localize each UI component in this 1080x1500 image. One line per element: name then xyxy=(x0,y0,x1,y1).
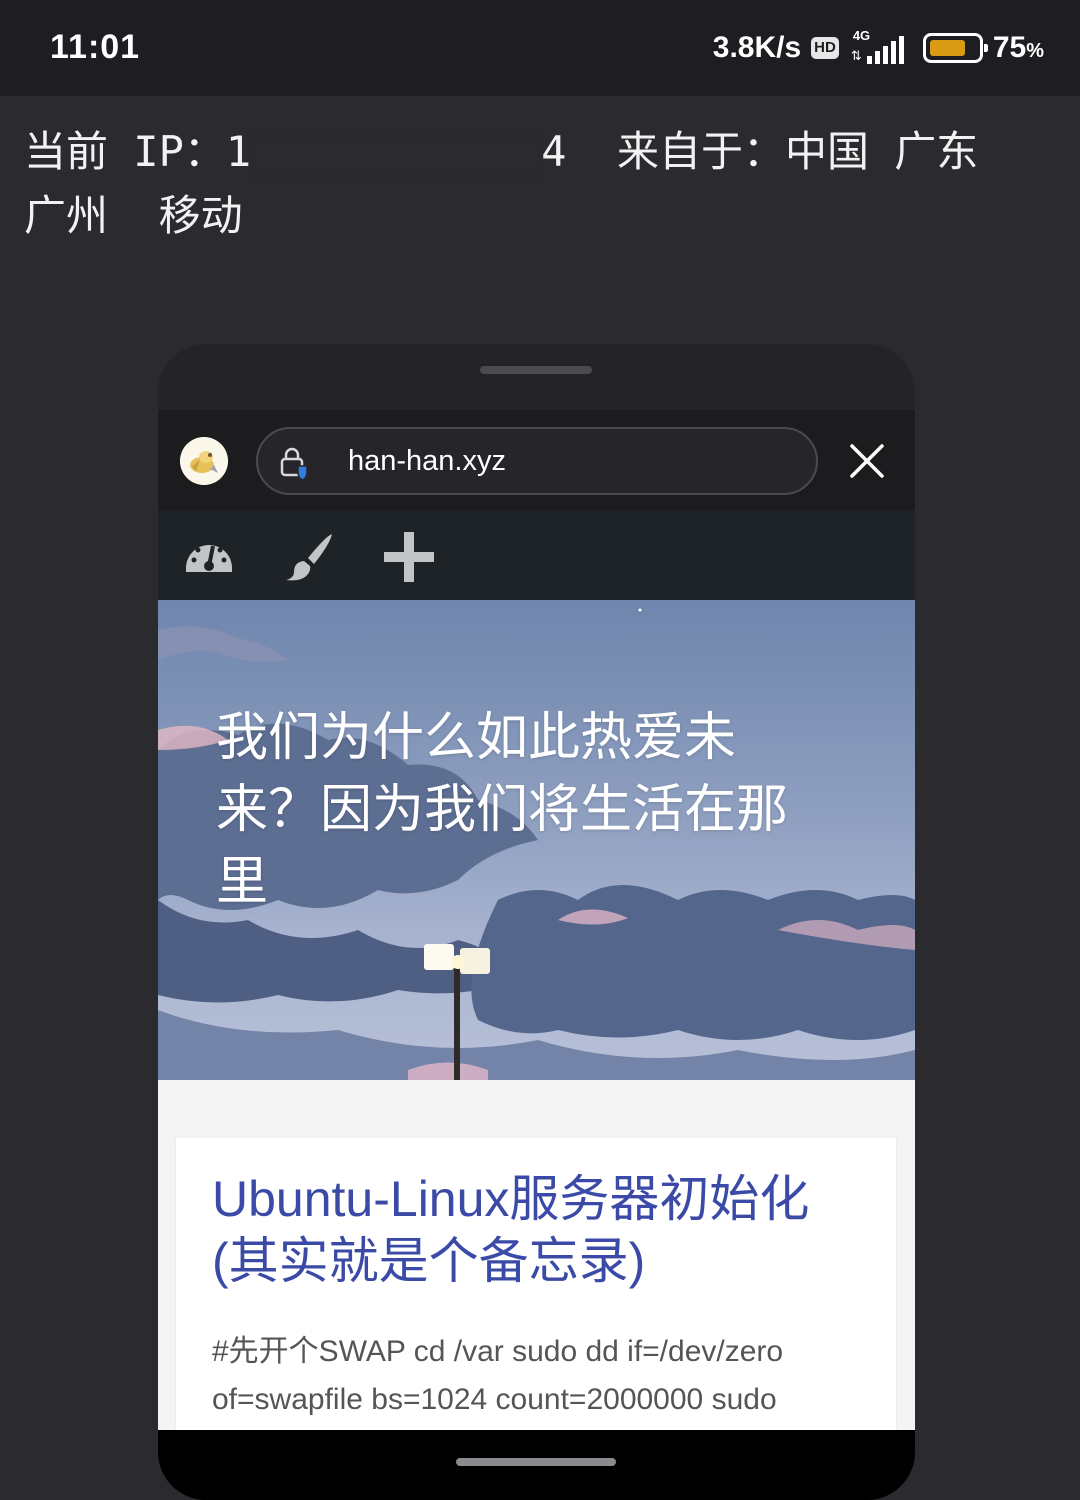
redacted-ip xyxy=(251,134,542,175)
close-icon[interactable] xyxy=(848,442,886,480)
hd-badge: HD xyxy=(811,37,839,59)
network-speed: 3.8K/s xyxy=(712,31,802,64)
status-indicators: 3.8K/s HD 4G ⇅ 75% xyxy=(713,26,1044,70)
battery-percent: 75% xyxy=(992,31,1044,64)
home-indicator[interactable] xyxy=(456,1458,616,1466)
url-text: han-han.xyz xyxy=(348,445,506,477)
status-time: 11:01 xyxy=(50,28,141,66)
gesture-nav-bar xyxy=(158,1430,915,1500)
url-bar: han-han.xyz xyxy=(158,410,915,510)
ip-line1-suffix: 4 来自于：中国 广东 xyxy=(541,127,979,176)
ip-info-text: 当前 IP：1 4 来自于：中国 广东 广州 移动 xyxy=(24,120,1064,248)
battery-level-fill xyxy=(929,40,965,56)
post-title-link[interactable]: Ubuntu-Linux服务器初始化(其实就是个备忘录) xyxy=(212,1168,872,1292)
status-bar: 11:01 3.8K/s HD 4G ⇅ 75% xyxy=(0,0,1080,96)
site-avatar-icon[interactable] xyxy=(180,437,228,485)
lock-shield-icon xyxy=(280,447,308,481)
hero-title: 我们为什么如此热爱未来？因为我们将生活在那里 xyxy=(216,708,789,912)
drag-handle[interactable] xyxy=(480,366,592,374)
battery-icon xyxy=(922,33,988,63)
post-card: Ubuntu-Linux服务器初始化(其实就是个备忘录) #先开个SWAP cd… xyxy=(176,1138,896,1458)
hero-banner: 我们为什么如此热爱未来？因为我们将生活在那里 xyxy=(158,600,915,1080)
ip-line1-prefix: 当前 IP：1 xyxy=(24,127,252,176)
customize-brush-icon[interactable] xyxy=(282,530,336,584)
add-new-icon[interactable] xyxy=(382,530,436,584)
popup-browser-window: han-han.xyz 我们为什么如此热爱未来？因为我们将生活在那里 Ubunt… xyxy=(158,344,915,1500)
dashboard-icon[interactable] xyxy=(182,530,236,584)
signal-bars-icon xyxy=(866,36,904,64)
post-excerpt: #先开个SWAP cd /var sudo dd if=/dev/zero of… xyxy=(212,1335,784,1416)
data-arrows-icon: ⇅ xyxy=(850,48,862,63)
url-field[interactable]: han-han.xyz xyxy=(256,427,818,495)
signal-icon: 4G ⇅ xyxy=(849,28,907,68)
admin-toolbar xyxy=(158,510,915,600)
ip-line2: 广州 移动 xyxy=(24,191,243,240)
post-list: Ubuntu-Linux服务器初始化(其实就是个备忘录) #先开个SWAP cd… xyxy=(158,1080,915,1458)
